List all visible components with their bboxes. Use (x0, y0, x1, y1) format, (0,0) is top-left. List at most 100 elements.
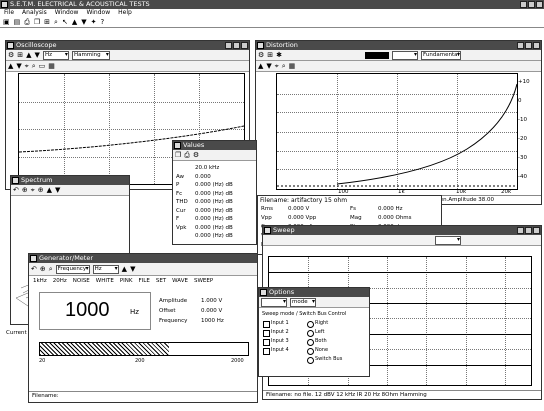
cursor-zoom-icon[interactable]: ⌕ (282, 62, 286, 71)
unit-select[interactable]: Hz (92, 264, 119, 274)
settings-icon[interactable]: ✱ (276, 51, 282, 60)
down-icon[interactable]: ▼ (130, 265, 135, 274)
tl-min-button[interactable] (225, 42, 232, 49)
window-select[interactable]: Hamming (71, 50, 110, 60)
radio-button[interactable] (307, 330, 314, 337)
maximize-button[interactable] (528, 1, 535, 8)
option-checkbox[interactable] (263, 348, 270, 355)
options-select-b[interactable]: mode (290, 297, 316, 307)
zoom-icon[interactable]: ⊕ (38, 186, 44, 195)
cursor-up-icon[interactable]: ▲ (258, 62, 263, 71)
arrow-up-icon[interactable]: ▲ (26, 51, 31, 60)
cursor-fit-icon[interactable]: ▭ (39, 62, 46, 71)
tr-min-button[interactable] (517, 42, 524, 49)
meas-value: 0.000 Ohms (378, 215, 412, 221)
search-icon[interactable]: ⌕ (49, 265, 53, 274)
close-button[interactable] (536, 1, 543, 8)
cursor-down-icon[interactable]: ▼ (16, 62, 21, 71)
cursor-zoom-icon[interactable]: ⌕ (32, 62, 36, 71)
down-icon[interactable]: ▼ (55, 186, 60, 195)
sweep-select[interactable] (435, 235, 461, 245)
oscilloscope-cursor-toolbar: ▲ ▼ ⌖ ⌕ ▭ ▦ (6, 61, 249, 72)
menu-file[interactable]: File (4, 9, 14, 17)
cursor-down-icon[interactable]: ▼ (266, 62, 271, 71)
menu-help[interactable]: Help (118, 9, 132, 17)
tl-close-button[interactable] (241, 42, 248, 49)
up-icon[interactable]: ▲ (47, 186, 52, 195)
mode-button[interactable]: FILE (139, 278, 150, 284)
help-icon[interactable]: ? (100, 18, 104, 26)
frequency-unit: Hz (130, 308, 139, 316)
settings-icon[interactable]: ⚙ (193, 151, 199, 160)
mode-select[interactable]: Fundamental (421, 50, 462, 60)
unit-select[interactable]: Hz (42, 50, 69, 60)
arrow-down-icon[interactable]: ▼ (35, 51, 40, 60)
save-icon[interactable]: ▤ (14, 18, 21, 26)
br-close-button[interactable] (533, 227, 540, 234)
cursor-marker-icon[interactable]: ⌖ (25, 62, 29, 71)
level-bar[interactable] (39, 342, 249, 356)
cursor-table-icon[interactable]: ▦ (289, 62, 296, 71)
measure-icon[interactable]: ⊞ (44, 18, 50, 26)
copy-icon[interactable]: ❐ (34, 18, 40, 26)
option-label: Input 1 (271, 320, 289, 326)
cursor-up-icon[interactable]: ▲ (8, 62, 13, 71)
unit-select[interactable] (392, 50, 419, 60)
option-checkbox[interactable] (263, 321, 270, 328)
tr-close-button[interactable] (533, 42, 540, 49)
print-icon[interactable]: ⎙ (184, 151, 190, 160)
mode-button[interactable]: SWEEP (194, 278, 213, 284)
mode-button[interactable]: 20Hz (53, 278, 67, 284)
mode-button[interactable]: NOISE (73, 278, 90, 284)
menu-analysis[interactable]: Analysis (22, 9, 47, 17)
zoom-icon[interactable]: ⌕ (54, 18, 58, 27)
radio-button[interactable] (307, 339, 314, 346)
undo-icon[interactable]: ↶ (31, 265, 37, 274)
tl-max-button[interactable] (233, 42, 240, 49)
radio-button[interactable] (307, 321, 314, 328)
run-icon[interactable]: ⚙ (258, 51, 264, 60)
menu-window-2[interactable]: Window (86, 9, 110, 17)
param-select[interactable]: Frequency (55, 264, 90, 274)
copy-icon[interactable]: ❐ (175, 151, 181, 160)
print-icon[interactable]: ⎙ (24, 18, 30, 27)
cursor-marker-icon[interactable]: ⌖ (275, 62, 279, 71)
distortion-toolbar: ⚙⊞✱ Fundamental (256, 50, 541, 61)
option-checkbox[interactable] (263, 330, 270, 337)
distortion-plot[interactable] (276, 73, 518, 190)
mode-button[interactable]: 1kHz (33, 278, 47, 284)
frequency-value: 1000 (65, 299, 110, 321)
tr-max-button[interactable] (525, 42, 532, 49)
minimize-button[interactable] (520, 1, 527, 8)
br-min-button[interactable] (517, 227, 524, 234)
options-select-a[interactable] (261, 297, 287, 307)
sweep-toolbar (263, 235, 541, 246)
mode-button[interactable]: WHITE (96, 278, 114, 284)
stop-icon[interactable]: ▼ (81, 18, 86, 26)
marker-icon[interactable]: ✦ (91, 18, 97, 26)
option-checkbox[interactable] (263, 339, 270, 346)
window-icon (174, 142, 181, 149)
play-icon[interactable]: ▲ (72, 18, 77, 26)
y-tick: -30 (518, 155, 527, 161)
mode-button[interactable]: PINK (120, 278, 133, 284)
mode-button[interactable]: WAVE (172, 278, 188, 284)
menu-window[interactable]: Window (55, 9, 79, 17)
app-title: S.E.T.M. ELECTRICAL & ACOUSTICAL TESTS (10, 0, 150, 8)
marker-icon[interactable]: ⌖ (31, 186, 35, 195)
mode-button[interactable]: SET (156, 278, 166, 284)
param-key: Offset (159, 308, 176, 314)
radio-button[interactable] (307, 348, 314, 355)
open-icon[interactable]: ▣ (3, 18, 10, 26)
grid-icon[interactable]: ⊞ (17, 51, 23, 60)
cursor-table-icon[interactable]: ▦ (48, 62, 55, 71)
radio-button[interactable] (307, 357, 314, 364)
undo-icon[interactable]: ↶ (13, 186, 19, 195)
cursor-icon[interactable]: ↖ (62, 18, 68, 26)
target-icon[interactable]: ⊕ (22, 186, 28, 195)
run-icon[interactable]: ⚙ (8, 51, 14, 60)
br-max-button[interactable] (525, 227, 532, 234)
target-icon[interactable]: ⊕ (40, 265, 46, 274)
up-icon[interactable]: ▲ (122, 265, 127, 274)
grid-icon[interactable]: ⊞ (267, 51, 273, 60)
